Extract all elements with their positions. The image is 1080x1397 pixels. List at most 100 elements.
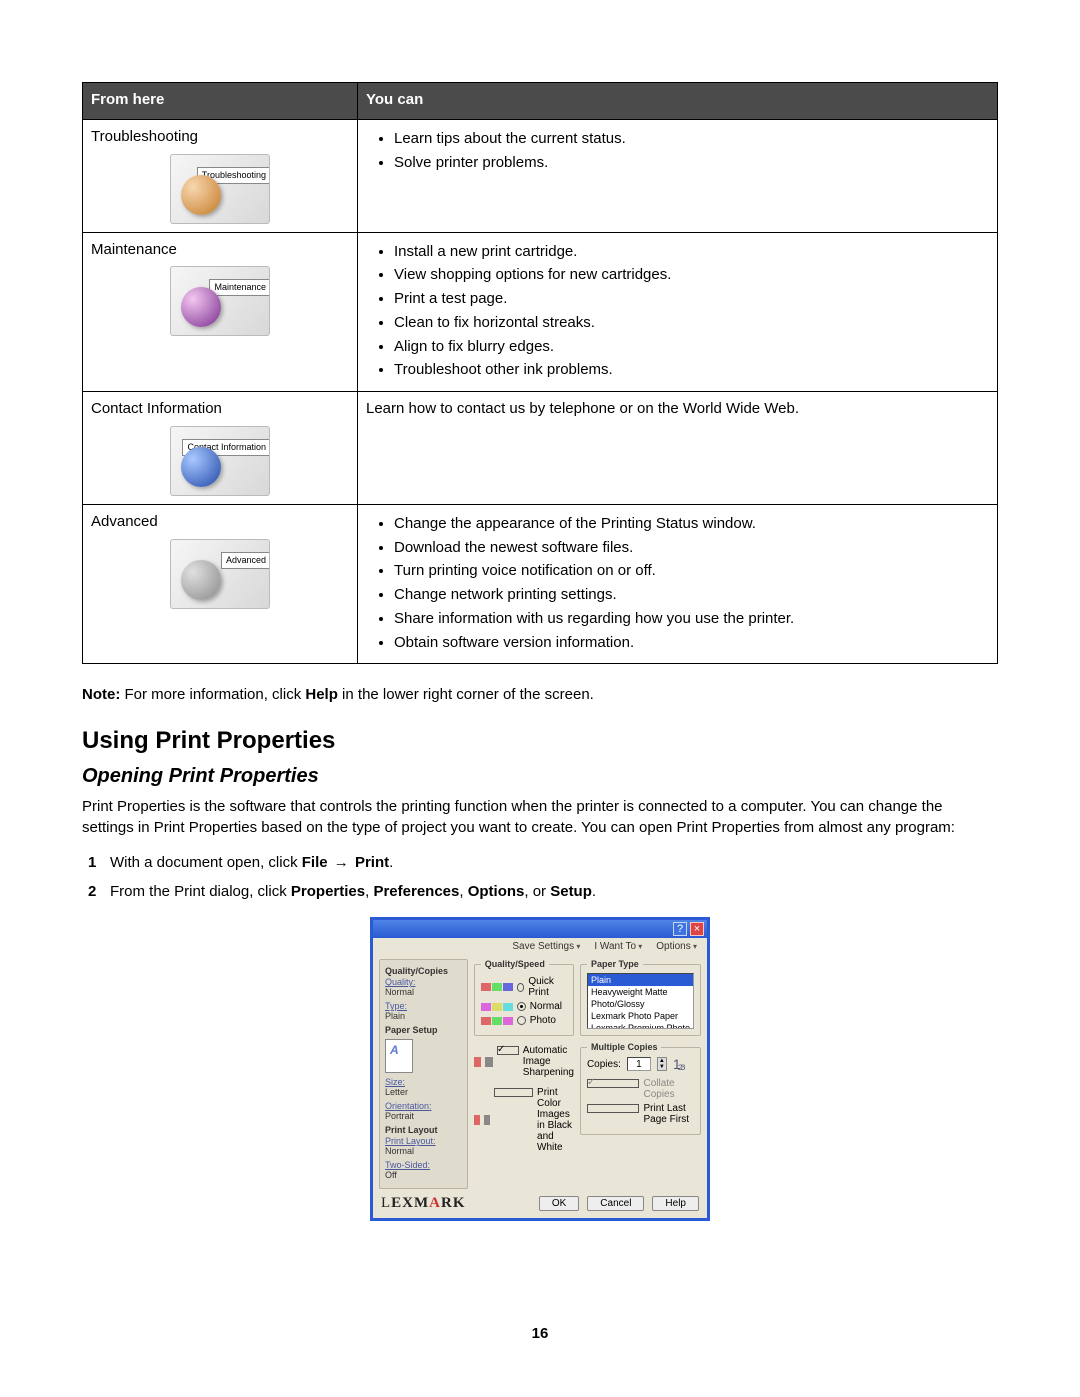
side-layout-val: Normal bbox=[385, 1146, 462, 1156]
paper-type-list[interactable]: Plain Heavyweight Matte Photo/Glossy Lex… bbox=[587, 973, 694, 1029]
radio-normal[interactable]: Normal bbox=[481, 1001, 567, 1012]
help-icon[interactable]: ? bbox=[673, 922, 687, 936]
menu-i-want-to[interactable]: I Want To bbox=[594, 941, 642, 952]
li: Obtain software version information. bbox=[394, 632, 989, 654]
pt-opt[interactable]: Photo/Glossy bbox=[588, 998, 693, 1010]
lbl-normal: Normal bbox=[530, 1001, 562, 1012]
s2-a: From the Print dialog, click bbox=[110, 883, 291, 900]
list-maintenance: Install a new print cartridge. View shop… bbox=[366, 241, 989, 382]
note-label: Note: bbox=[82, 686, 120, 703]
li: Learn tips about the current status. bbox=[394, 128, 989, 150]
dialog-sidebar: Quality/Copies Quality: Normal Type: Pla… bbox=[379, 959, 468, 1189]
side-pl: Print Layout bbox=[385, 1125, 462, 1135]
lbl-collate: Collate Copies bbox=[643, 1078, 694, 1100]
legend-qs: Quality/Speed bbox=[481, 959, 549, 969]
li: Clean to fix horizontal streaks. bbox=[394, 312, 989, 334]
ok-button[interactable]: OK bbox=[539, 1196, 579, 1211]
radio-quick-print[interactable]: Quick Print bbox=[481, 976, 567, 998]
check-last-first[interactable]: Print Last Page First bbox=[587, 1103, 694, 1125]
side-orient-val: Portrait bbox=[385, 1111, 462, 1121]
pt-opt[interactable]: Plain bbox=[588, 974, 693, 986]
icon-maintenance: Maintenance bbox=[170, 266, 270, 336]
para-print-properties: Print Properties is the software that co… bbox=[82, 796, 998, 838]
li: Align to fix blurry edges. bbox=[394, 336, 989, 358]
arrow-icon: → bbox=[332, 854, 351, 871]
lbl-copies: Copies: bbox=[587, 1059, 621, 1070]
note: Note: For more information, click Help i… bbox=[82, 684, 998, 705]
swatch-icon bbox=[474, 1057, 482, 1067]
th-from: From here bbox=[83, 83, 358, 120]
side-ps: Paper Setup bbox=[385, 1025, 462, 1035]
side-type-val: Plain bbox=[385, 1011, 462, 1021]
group-paper-type: Paper Type Plain Heavyweight Matte Photo… bbox=[580, 959, 701, 1036]
legend-pt: Paper Type bbox=[587, 959, 643, 969]
swatch-icon bbox=[484, 1115, 490, 1125]
menu-options[interactable]: Options bbox=[656, 941, 697, 952]
pt-opt[interactable]: Lexmark Premium Photo bbox=[588, 1022, 693, 1029]
label-troubleshooting: Troubleshooting bbox=[91, 126, 349, 148]
side-ts-label[interactable]: Two-Sided: bbox=[385, 1160, 430, 1170]
li: Share information with us regarding how … bbox=[394, 608, 989, 630]
row-advanced: Advanced Advanced Change the appearance … bbox=[83, 504, 998, 664]
side-orient-label[interactable]: Orientation: bbox=[385, 1101, 432, 1111]
note-b: in the lower right corner of the screen. bbox=[338, 686, 594, 703]
cancel-button[interactable]: Cancel bbox=[587, 1196, 644, 1211]
steps: With a document open, click File → Print… bbox=[82, 852, 998, 903]
copies-input[interactable]: 1 bbox=[627, 1057, 651, 1071]
step-1: With a document open, click File → Print… bbox=[106, 852, 998, 875]
li: Install a new print cartridge. bbox=[394, 241, 989, 263]
check-bw[interactable]: Print Color Images in Black and White bbox=[494, 1087, 574, 1153]
lbl-auto-sharpen: Automatic Image Sharpening bbox=[523, 1045, 574, 1078]
pt-opt[interactable]: Heavyweight Matte bbox=[588, 986, 693, 998]
s2-c4: . bbox=[592, 883, 596, 900]
label-contact: Contact Information bbox=[91, 398, 349, 420]
check-collate[interactable]: Collate Copies bbox=[587, 1078, 694, 1100]
s2-pref: Preferences bbox=[373, 883, 459, 900]
icon-contact: Contact Information bbox=[170, 426, 270, 496]
li: Change network printing settings. bbox=[394, 584, 989, 606]
note-a: For more information, click bbox=[120, 686, 305, 703]
paper-icon bbox=[385, 1039, 413, 1073]
row-maintenance: Maintenance Maintenance Install a new pr… bbox=[83, 232, 998, 392]
step-2: From the Print dialog, click Properties,… bbox=[106, 881, 998, 904]
print-properties-dialog: ? × Save Settings I Want To Options Qual… bbox=[370, 917, 710, 1221]
menu-save-settings[interactable]: Save Settings bbox=[512, 941, 580, 952]
legend-mc: Multiple Copies bbox=[587, 1042, 662, 1052]
group-quality-speed: Quality/Speed Quick Print Normal bbox=[474, 959, 574, 1036]
brand-lexmark: LEXMARK bbox=[381, 1195, 466, 1212]
help-button[interactable]: Help bbox=[652, 1196, 699, 1211]
li: Download the newest software files. bbox=[394, 537, 989, 559]
label-maintenance: Maintenance bbox=[91, 239, 349, 261]
s2-setup: Setup bbox=[550, 883, 592, 900]
li: Troubleshoot other ink problems. bbox=[394, 359, 989, 381]
heading-using-print-properties: Using Print Properties bbox=[82, 727, 998, 755]
s1-file: File bbox=[302, 854, 328, 871]
s2-prop: Properties bbox=[291, 883, 365, 900]
pt-opt[interactable]: Lexmark Photo Paper bbox=[588, 1010, 693, 1022]
heading-opening-print-properties: Opening Print Properties bbox=[82, 765, 998, 788]
text-contact: Learn how to contact us by telephone or … bbox=[358, 392, 998, 505]
s2-c3: , or bbox=[524, 883, 550, 900]
dialog-titlebar: ? × bbox=[373, 920, 707, 938]
radio-photo[interactable]: Photo bbox=[481, 1015, 567, 1026]
tag-advanced: Advanced bbox=[221, 552, 270, 569]
close-icon[interactable]: × bbox=[690, 922, 704, 936]
s2-c2: , bbox=[459, 883, 467, 900]
side-size-val: Letter bbox=[385, 1087, 462, 1097]
side-qc: Quality/Copies bbox=[385, 966, 462, 976]
check-auto-sharpen[interactable]: Automatic Image Sharpening bbox=[497, 1045, 574, 1078]
side-size-label[interactable]: Size: bbox=[385, 1077, 405, 1087]
side-quality-label[interactable]: Quality: bbox=[385, 977, 416, 987]
copies-stepper[interactable]: ▲▼ bbox=[657, 1057, 667, 1071]
s1-print: Print bbox=[355, 854, 389, 871]
li: Solve printer problems. bbox=[394, 152, 989, 174]
side-type-label[interactable]: Type: bbox=[385, 1001, 407, 1011]
side-layout-label[interactable]: Print Layout: bbox=[385, 1136, 436, 1146]
li: Turn printing voice notification on or o… bbox=[394, 560, 989, 582]
side-quality-val: Normal bbox=[385, 987, 462, 997]
dialog-toolbar: Save Settings I Want To Options bbox=[373, 938, 707, 955]
th-you-can: You can bbox=[358, 83, 998, 120]
icon-troubleshooting: Troubleshooting bbox=[170, 154, 270, 224]
lbl-photo: Photo bbox=[530, 1015, 556, 1026]
note-help: Help bbox=[305, 686, 338, 703]
